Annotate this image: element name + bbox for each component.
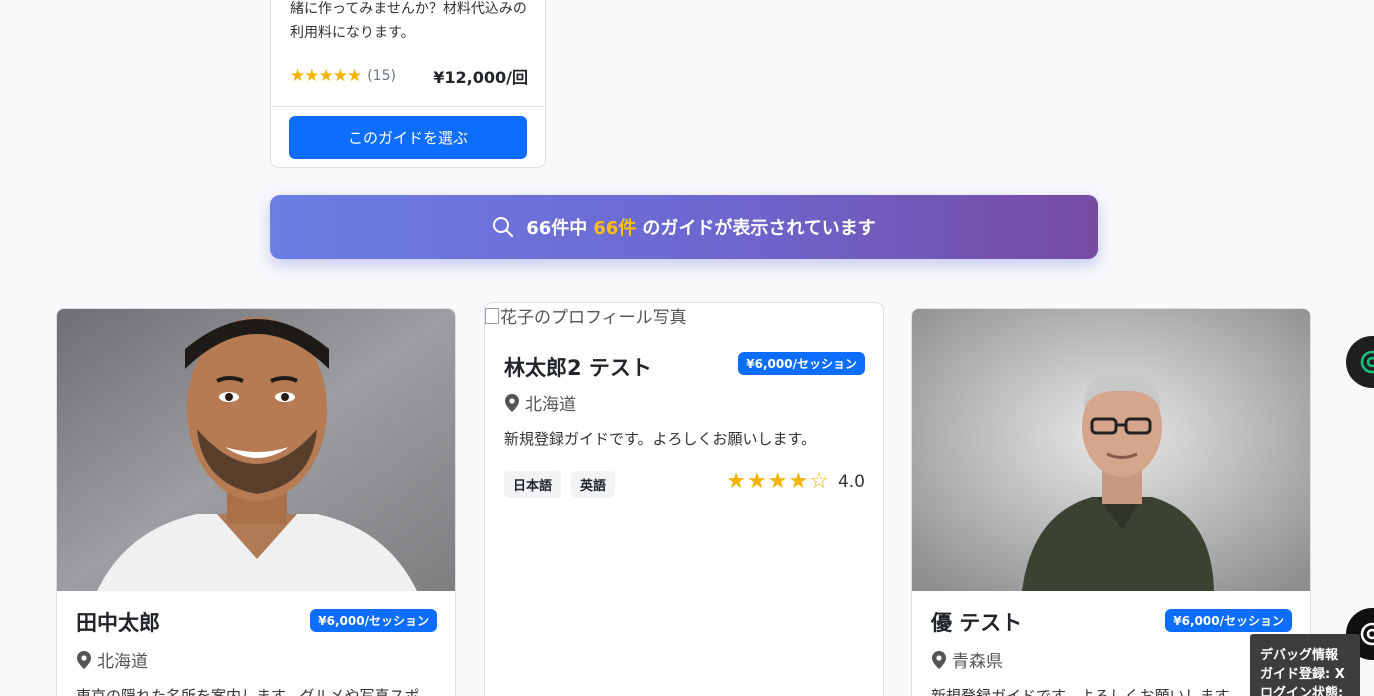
star-filled-icon: ★ [726, 469, 747, 494]
review-count: (15) [367, 68, 396, 84]
guide-location: 北海道 [77, 647, 148, 672]
results-total: 66件中 [526, 218, 588, 239]
language-tag: 日本語 [504, 471, 562, 498]
card-divider [271, 106, 545, 107]
map-pin-icon [505, 393, 519, 412]
star-filled-icon: ★ [767, 469, 788, 494]
star-rating-icon: ★★★★★ [290, 66, 362, 86]
description-line: 緒に作ってみませんか？材料代込みの [290, 1, 527, 17]
price-badge: ¥6,000/セッション [310, 609, 437, 632]
guide-profile-photo [57, 309, 455, 591]
language-tag: 英語 [571, 471, 616, 498]
select-guide-button[interactable]: このガイドを選ぶ [289, 116, 527, 159]
guide-profile-photo [912, 309, 1310, 591]
price-label: ¥12,000/回 [433, 68, 528, 87]
page: 緒に作ってみませんか？材料代込みの 利用料になります。 ★★★★★ (15) ¥… [0, 0, 1374, 696]
rating-value: 4.0 [837, 472, 865, 492]
rating-row: ★★★★★ (15) ¥12,000/回 [290, 64, 528, 88]
guide-card[interactable]: 田中太郎 ¥6,000/セッション 北海道 東京の隠れた名所を案内します。グルメ… [56, 308, 456, 696]
results-count-banner: 66件中 66件 のガイドが表示されています [270, 195, 1098, 259]
profile-photo-broken: 花子のプロフィール写真 [485, 303, 687, 328]
description-line: 利用料になります。 [290, 25, 415, 41]
guide-card-partial: 緒に作ってみませんか？材料代込みの 利用料になります。 ★★★★★ (15) ¥… [270, 0, 546, 168]
location-label: 北海道 [525, 395, 576, 415]
map-pin-icon [77, 650, 91, 669]
guide-description: 緒に作ってみませんか？材料代込みの 利用料になります。 [290, 0, 535, 45]
broken-image-icon [485, 307, 499, 324]
debug-panel: デバッグ情報 ガイド登録: X ログイン状態: / [1250, 634, 1360, 696]
image-alt-text: 花子のプロフィール写真 [500, 308, 687, 328]
debug-title: デバッグ情報 [1260, 648, 1339, 663]
guide-location: 北海道 [505, 390, 576, 415]
results-shown-count: 66件 [593, 218, 637, 239]
star-empty-icon: ☆ [809, 469, 829, 494]
chatbot-logo-icon [1360, 622, 1374, 646]
guide-name: 林太郎2 テスト [504, 356, 652, 380]
guide-card[interactable]: 花子のプロフィール写真 林太郎2 テスト ¥6,000/セッション 北海道 新規… [484, 302, 884, 696]
guide-description: 新規登録ガイドです。よろしくお願いします。 [931, 687, 1244, 696]
price-badge: ¥6,000/セッション [1165, 609, 1292, 632]
guide-name: 田中太郎 [76, 611, 160, 635]
star-filled-icon: ★ [788, 469, 809, 494]
map-pin-icon [932, 650, 946, 669]
guide-name: 優 テスト [931, 611, 1023, 635]
star-rating: ★ ★ ★ ★ ☆ 4.0 [726, 471, 865, 493]
search-icon [493, 217, 514, 238]
location-label: 北海道 [97, 652, 148, 672]
guide-description: 東京の隠れた名所を案内します。グルメや写真スポ [76, 687, 420, 696]
guide-location: 青森県 [932, 647, 1003, 672]
location-label: 青森県 [952, 652, 1003, 672]
star-filled-icon: ★ [747, 469, 767, 494]
chatbot-logo-icon [1360, 350, 1374, 374]
price-badge: ¥6,000/セッション [738, 352, 865, 375]
results-suffix: のガイドが表示されています [642, 218, 876, 239]
chat-assistant-button[interactable] [1346, 336, 1374, 388]
debug-line: ログイン状態: / [1260, 686, 1344, 696]
guide-description: 新規登録ガイドです。よろしくお願いします。 [504, 430, 817, 448]
debug-line: ガイド登録: X [1260, 667, 1345, 682]
